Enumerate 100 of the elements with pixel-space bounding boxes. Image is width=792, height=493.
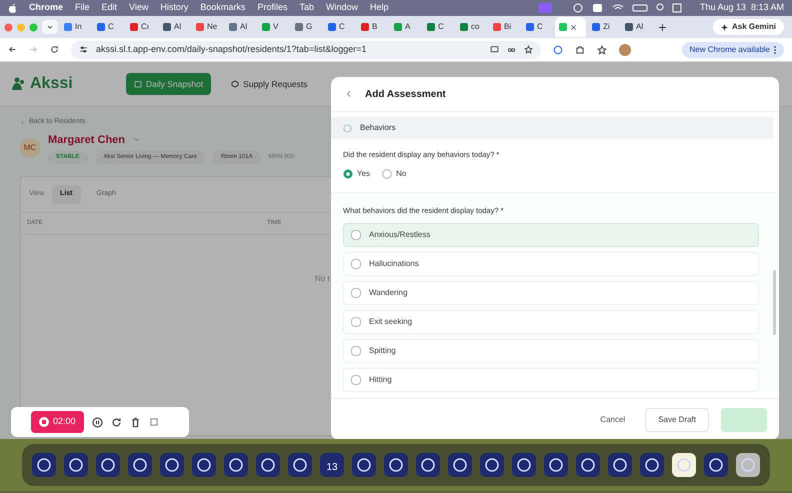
back-chevron-icon (20, 120, 25, 125)
menu-item[interactable]: Bookmarks (200, 1, 246, 15)
site-icon (295, 23, 303, 31)
site-icon (328, 23, 336, 31)
browser-tab[interactable]: Al (159, 17, 190, 37)
checkbox-option[interactable]: Hitting (343, 368, 759, 392)
site-icon (394, 23, 402, 31)
menu-item[interactable]: View (129, 1, 148, 15)
address-bar[interactable]: akssi.sl.t.app-env.com/daily-snapshot/residents/1?tab=list&logger=1 (71, 40, 541, 58)
checkbox-option[interactable]: Spitting (343, 338, 759, 362)
tab-title: Al (174, 21, 182, 33)
tab-title: Zi (603, 21, 610, 33)
site-icon (196, 23, 204, 31)
profile-avatar-icon[interactable] (619, 44, 631, 56)
site-icon (526, 23, 534, 31)
menu-item[interactable]: Window (326, 1, 358, 15)
star-icon (524, 45, 533, 54)
menu-item[interactable]: Edit (102, 1, 118, 15)
radio-option[interactable]: No (382, 168, 406, 180)
radio-option[interactable]: Yes (343, 168, 370, 180)
site-icon (361, 23, 369, 31)
restart-icon (110, 416, 122, 428)
forward-icon (29, 45, 38, 54)
stop-icon (39, 417, 49, 427)
browser-tab[interactable]: C (324, 17, 355, 37)
scrollbar-thumb[interactable] (773, 270, 776, 335)
browser-tab[interactable]: C (423, 17, 454, 37)
tab-search-button[interactable] (42, 20, 58, 34)
site-icon (460, 23, 468, 31)
browser-tab[interactable]: Zi (588, 17, 619, 37)
browser-tab[interactable]: C (522, 17, 553, 37)
menu-item[interactable]: Tab (299, 1, 314, 15)
checkbox-option[interactable]: Exit seeking (343, 310, 759, 334)
browser-tab[interactable]: Bi (489, 17, 520, 37)
app-menu[interactable]: Chrome (29, 1, 64, 15)
browser-tab[interactable]: co (456, 17, 487, 37)
clock[interactable]: Thu Aug 13 8:13 AM (700, 1, 784, 15)
ask-gemini-button[interactable]: Ask Gemini (712, 19, 784, 35)
browser-tab[interactable]: Al (621, 17, 652, 37)
empty-state-text: No r (315, 274, 330, 282)
browser-tab[interactable]: Cı (126, 17, 157, 37)
site-icon (592, 23, 600, 31)
site-icon (559, 23, 567, 31)
avatar: MC (20, 138, 40, 158)
browser-tab[interactable]: In (60, 17, 91, 37)
tab-title: A (405, 21, 410, 33)
stop-recording-button[interactable]: 02:00 (31, 411, 84, 433)
menu-item[interactable]: History (160, 1, 188, 15)
pause-icon (92, 416, 103, 428)
update-chrome-button[interactable]: New Chrome available (682, 42, 784, 58)
site-icon (262, 23, 270, 31)
browser-tab[interactable]: C (93, 17, 124, 37)
reload-icon (50, 45, 59, 54)
site-icon (163, 23, 171, 31)
tab-title: In (75, 21, 82, 33)
tab-title: Al (636, 21, 644, 33)
menu-item[interactable]: File (75, 1, 90, 15)
tab-title: co (471, 21, 480, 33)
browser-tab[interactable]: A (390, 17, 421, 37)
tab-title: C (438, 21, 444, 33)
url-text: akssi.sl.t.app-env.com/daily-snapshot/residents/1?tab=list&logger=1 (96, 42, 368, 56)
tab-title: Al (240, 21, 248, 33)
bookmark-star-icon (597, 44, 607, 54)
tab-title: B (372, 21, 378, 33)
chevron-down-icon (133, 136, 140, 144)
resident-name[interactable]: Margaret Chen (48, 132, 126, 148)
plus-icon (658, 22, 667, 32)
menu-item[interactable]: Help (370, 1, 388, 15)
nav-button[interactable]: Supply Requests (223, 73, 316, 95)
tab-title: C (108, 21, 114, 33)
checkbox-option[interactable]: Hallucinations (343, 252, 759, 276)
checkbox-option[interactable]: Anxious/Restless (343, 222, 759, 246)
menu-item[interactable]: Profiles (257, 1, 288, 15)
back-icon (8, 45, 17, 54)
tab-title: C (339, 21, 345, 33)
browser-tab[interactable]: B (357, 17, 388, 37)
site-icon (625, 23, 633, 31)
modal-title: Add Assessment (365, 88, 446, 102)
site-settings-icon (79, 45, 88, 54)
sparkle-icon (720, 24, 728, 30)
back-chevron-icon (345, 90, 353, 98)
browser-tab[interactable]: V (258, 17, 289, 37)
browser-tab[interactable]: Ne (192, 17, 223, 37)
section-status-icon (343, 124, 352, 132)
site-icon (97, 23, 105, 31)
tab-title: Cı (141, 21, 149, 33)
browser-tab[interactable]: G (291, 17, 322, 37)
tab-title: Bi (504, 21, 512, 33)
glasses-icon (507, 45, 516, 54)
checkbox-option[interactable]: Wandering (343, 280, 759, 304)
site-icon (427, 23, 435, 31)
site-icon (229, 23, 237, 31)
cancel-button[interactable]: Cancel (592, 414, 634, 426)
calendar-app-icon[interactable]: 13 (320, 453, 344, 477)
tab-title: G (306, 21, 312, 33)
tab-title: V (273, 21, 278, 33)
apple-icon[interactable] (8, 3, 17, 13)
close-icon (570, 24, 577, 30)
save-draft-button[interactable]: Save Draft (645, 408, 709, 432)
browser-tab[interactable]: Al (225, 17, 256, 37)
